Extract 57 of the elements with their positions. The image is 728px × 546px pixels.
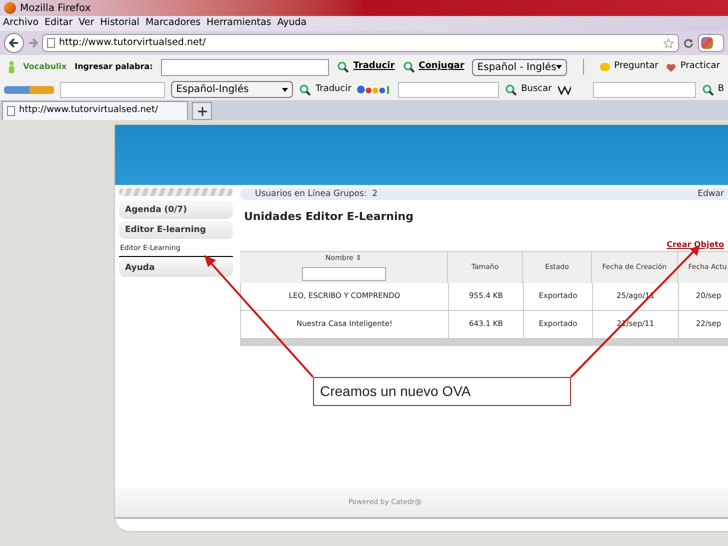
firefox-icon: [4, 2, 16, 14]
search-icon: [402, 61, 415, 73]
plus-icon: [198, 106, 206, 116]
reload-icon[interactable]: [683, 38, 694, 48]
caret-icon: [282, 88, 288, 92]
search-button[interactable]: B: [702, 82, 724, 96]
logo-icon: [4, 84, 54, 96]
bubble-icon: [600, 63, 610, 71]
callout-box: Creamos un nuevo OVA: [313, 377, 571, 406]
menu-item[interactable]: Historial: [97, 16, 142, 31]
new-tab-button[interactable]: [192, 102, 212, 120]
back-arrow-icon: [9, 38, 19, 48]
forward-arrow-icon[interactable]: [28, 38, 38, 48]
menu-item[interactable]: Archivo: [0, 16, 42, 31]
word-input[interactable]: [60, 82, 166, 98]
translate-button[interactable]: Traducir: [337, 60, 395, 74]
sidebar-item[interactable]: Ayuda: [119, 259, 233, 277]
address-field[interactable]: http://www.tutorvirtualsed.net/: [42, 34, 679, 52]
search-button[interactable]: Buscar: [505, 82, 552, 96]
menu-item[interactable]: Ayuda: [274, 16, 310, 31]
word-input[interactable]: [160, 58, 330, 76]
ask-button[interactable]: Preguntar: [600, 60, 658, 74]
page-icon: [47, 38, 55, 48]
field-label: Ingresar palabra:: [74, 61, 153, 73]
language-dropdown[interactable]: Español-Inglés: [171, 81, 294, 98]
sidebar-item[interactable]: Editor E-learning: [119, 221, 233, 239]
google-search-field[interactable]: [398, 82, 500, 98]
user-name: Edwar: [698, 188, 724, 200]
person-icon: [8, 60, 16, 74]
browser-tab[interactable]: http://www.tutorvirtualsed.net/: [2, 101, 188, 120]
menu-item[interactable]: Marcadores: [142, 16, 204, 31]
page-heading: Unidades Editor E-Learning: [244, 209, 414, 225]
practice-button[interactable]: Practicar: [666, 60, 720, 74]
language-dropdown[interactable]: Español - Inglés: [472, 58, 568, 76]
search-icon: [505, 84, 518, 96]
online-users-text: Usuarios en Línea Grupos: 2: [255, 188, 378, 200]
conjugate-button[interactable]: Conjugar: [402, 60, 464, 74]
wikipedia-search-field[interactable]: [593, 82, 696, 98]
menu-item[interactable]: Editar: [42, 16, 76, 31]
wikipedia-icon: [558, 84, 572, 94]
translate-button[interactable]: Traducir: [299, 82, 352, 96]
create-link[interactable]: Crear Objeto: [666, 238, 724, 250]
page-icon: [7, 106, 15, 116]
brand-label: Vocabulix: [23, 61, 67, 73]
search-icon: [299, 84, 312, 96]
search-icon: [702, 84, 714, 96]
heart-icon: [666, 62, 676, 72]
google-search-icon[interactable]: [698, 34, 724, 52]
caret-icon: [556, 65, 562, 69]
window-title: Mozilla Firefox: [20, 2, 91, 16]
back-button[interactable]: [4, 33, 24, 53]
search-icon: [337, 61, 350, 73]
sidebar-item[interactable]: Agenda (0/7): [119, 201, 233, 219]
name-filter-field[interactable]: [302, 266, 386, 281]
menu-item[interactable]: Herramientas: [204, 16, 274, 31]
menu-item[interactable]: Ver: [76, 16, 98, 31]
star-icon[interactable]: [663, 38, 674, 48]
